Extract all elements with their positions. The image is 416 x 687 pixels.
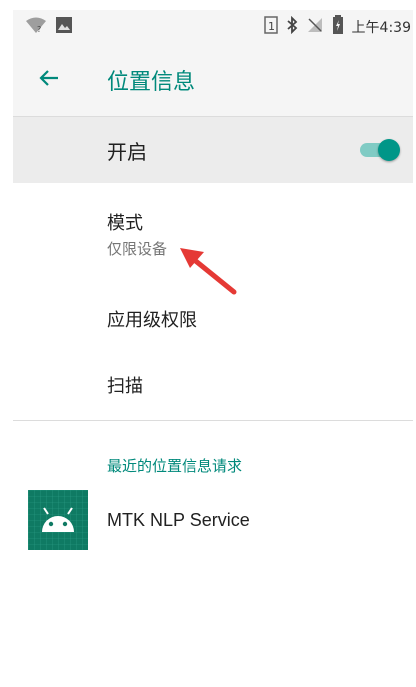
- page-title: 位置信息: [107, 70, 196, 95]
- android-app-icon: [28, 490, 88, 550]
- back-button[interactable]: [35, 66, 63, 94]
- app-level-permissions-label: 应用级权限: [107, 310, 197, 331]
- divider: [13, 420, 413, 421]
- location-master-switch-row[interactable]: 开启: [13, 117, 413, 183]
- no-signal-icon: [306, 16, 324, 38]
- recent-request-label: MTK NLP Service: [107, 510, 250, 530]
- status-time: 上午4:39: [351, 20, 411, 36]
- svg-text:1: 1: [268, 20, 275, 33]
- image-notification-icon: [55, 16, 73, 38]
- status-bar: ? 1 上午4:39: [13, 10, 413, 44]
- bluetooth-icon: [286, 15, 298, 38]
- app-level-permissions-item[interactable]: 应用级权限: [13, 288, 413, 348]
- svg-text:?: ?: [37, 25, 41, 34]
- location-toggle-switch[interactable]: [358, 137, 402, 163]
- arrow-left-icon: [38, 67, 60, 93]
- app-bar: 位置信息: [13, 44, 413, 116]
- recent-request-item[interactable]: MTK NLP Service: [13, 488, 413, 558]
- scanning-item[interactable]: 扫描: [13, 354, 413, 414]
- mode-subtitle: 仅限设备: [107, 240, 168, 258]
- wifi-question-icon: ?: [25, 16, 47, 38]
- screen-edge-top: [0, 0, 416, 10]
- switch-thumb: [378, 139, 400, 161]
- sim-1-icon: 1: [263, 16, 278, 38]
- master-switch-label: 开启: [107, 140, 147, 164]
- status-right-icons: 1 上午4:39: [263, 15, 411, 39]
- scanning-label: 扫描: [107, 376, 143, 397]
- battery-icon: [332, 15, 344, 39]
- mode-title: 模式: [107, 213, 143, 234]
- recent-requests-header: 最近的位置信息请求: [107, 457, 243, 475]
- screen-edge-bottom: [0, 676, 416, 687]
- status-left-icons: ?: [25, 16, 73, 38]
